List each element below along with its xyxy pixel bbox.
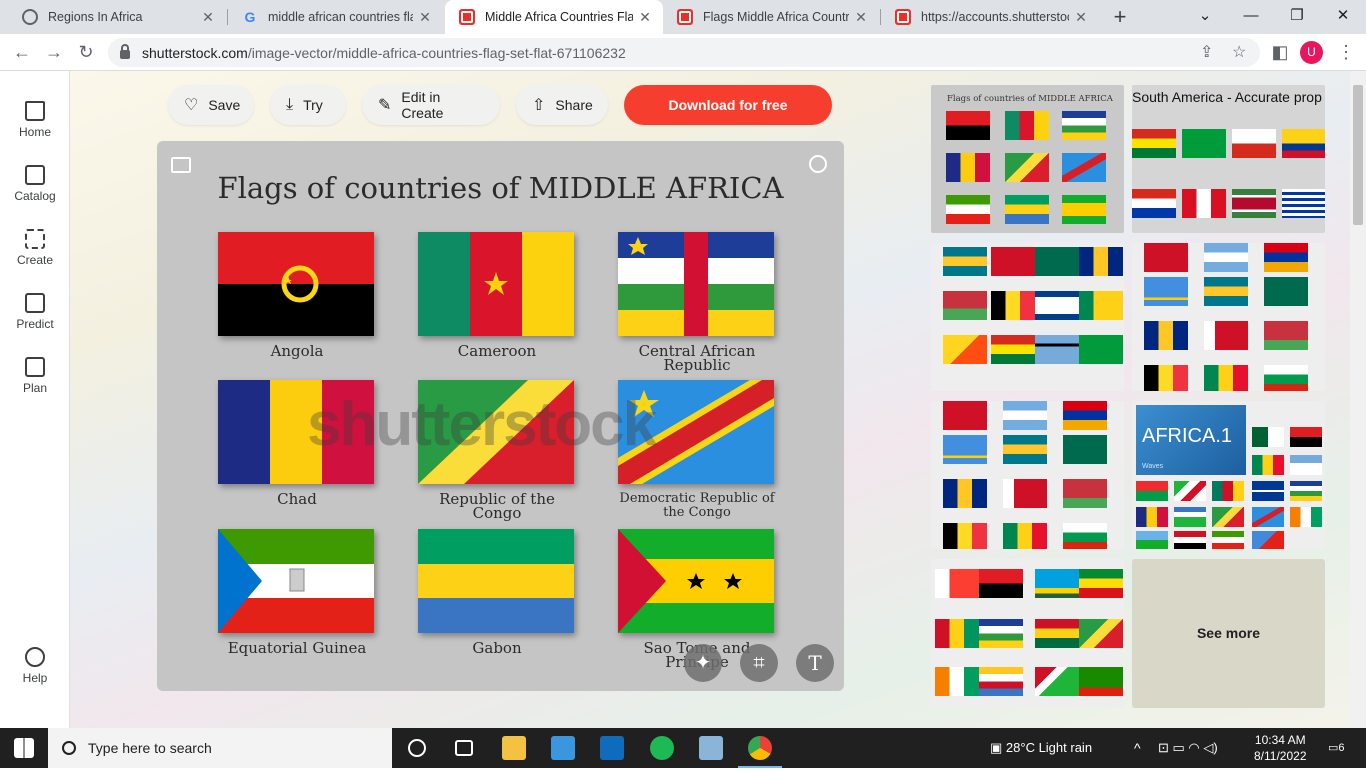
bookmark-star-icon[interactable]: ☆ — [1232, 38, 1246, 67]
try-button[interactable]: ⤓ Try — [270, 85, 346, 125]
profile-avatar[interactable]: U — [1300, 41, 1323, 64]
lock-icon — [120, 44, 130, 59]
close-tab-icon[interactable]: ✕ — [413, 9, 437, 26]
store-icon[interactable] — [551, 736, 575, 760]
tray-chevron-icon[interactable]: ^ — [1134, 728, 1141, 768]
tray-icons[interactable]: ⊡ ▭ ◠ ◁) — [1158, 728, 1218, 768]
menu-kebab-icon[interactable]: ⋮ — [1334, 41, 1358, 65]
related-thumb-flags-grid-4[interactable] — [931, 559, 1124, 708]
browser-tab-strip: Regions In Africa ✕ G middle african cou… — [0, 0, 1366, 34]
tab-flags-middle-africa[interactable]: Flags Middle Africa Countries ✕ — [663, 0, 879, 34]
flag-central-african-republic: Central African Republic — [618, 232, 776, 373]
sidebar-item-create[interactable]: Create — [0, 229, 70, 267]
browser-toolbar: ← → ↻ shutterstock.com/image-vector/midd… — [0, 34, 1366, 71]
sidebar-item-home[interactable]: Home — [0, 101, 70, 139]
cortana-icon[interactable] — [408, 739, 426, 757]
watermark: shutterstock — [307, 390, 657, 459]
close-tab-icon[interactable]: ✕ — [849, 9, 873, 26]
sidebar-item-help[interactable]: Help — [0, 647, 70, 685]
preview-title: Flags of countries of MIDDLE AFRICA — [217, 171, 784, 205]
sidebar-item-predict[interactable]: Predict — [0, 293, 70, 331]
help-icon — [25, 647, 45, 667]
plan-icon — [25, 357, 45, 377]
notifications-icon[interactable]: ▭6 — [1328, 728, 1345, 768]
file-explorer-icon[interactable] — [502, 736, 526, 760]
close-tab-icon[interactable]: ✕ — [633, 9, 657, 26]
home-icon — [25, 101, 45, 121]
create-icon — [25, 229, 45, 249]
share-icon: ⇧ — [532, 97, 546, 114]
close-window-button[interactable]: ✕ — [1320, 0, 1366, 34]
related-thumb-flags-grid-1[interactable] — [931, 243, 1124, 391]
chrome-icon[interactable] — [748, 736, 772, 760]
shutterstock-icon — [895, 9, 911, 25]
tab-regions-in-africa[interactable]: Regions In Africa ✕ — [8, 0, 226, 34]
app-icon[interactable] — [699, 736, 723, 760]
share-page-icon[interactable]: ⇪ — [1200, 38, 1213, 67]
image-preview[interactable]: Flags of countries of MIDDLE AFRICA Ango… — [157, 141, 844, 691]
shutterstock-icon — [459, 9, 475, 25]
save-button[interactable]: ♡ Save — [168, 85, 254, 125]
flag-equatorial-guinea: Equatorial Guinea — [218, 529, 376, 656]
left-sidebar: Home Catalog Create Predict Plan Help — [0, 71, 70, 728]
flag-cameroon: Cameroon — [418, 232, 576, 359]
google-icon: G — [244, 9, 256, 25]
predict-icon — [25, 293, 45, 313]
tab-middle-africa-flag[interactable]: Middle Africa Countries Flag ✕ — [445, 0, 663, 34]
search-icon — [62, 741, 76, 755]
tab-shutterstock-accounts[interactable]: https://accounts.shutterstock ✕ — [881, 0, 1099, 34]
weather-icon: ▣ — [990, 740, 1006, 755]
main-content: ♡ Save ⤓ Try ✎ Edit in Create ⇧ Share Downlo… — [70, 71, 1350, 728]
crop-icon[interactable]: ⌗ — [740, 644, 778, 682]
task-view-icon[interactable] — [455, 740, 473, 756]
related-thumb-flags-grid-2[interactable] — [1132, 243, 1325, 391]
heart-icon: ♡ — [184, 97, 199, 114]
sidebar-item-plan[interactable]: Plan — [0, 357, 70, 395]
flag-gabon: Gabon — [418, 529, 576, 656]
related-thumb-flags-grid-3[interactable] — [931, 401, 1124, 549]
side-panel-icon[interactable]: ◧ — [1268, 41, 1292, 65]
text-tool-icon[interactable]: T — [796, 644, 834, 682]
download-icon: ⤓ — [286, 96, 294, 113]
magic-wand-icon[interactable]: ✦ — [684, 644, 722, 682]
mail-icon[interactable] — [600, 736, 624, 760]
restore-button[interactable]: ❐ — [1274, 0, 1320, 34]
related-thumb-africa-1[interactable]: AFRICA.1 Waves — [1132, 401, 1325, 549]
clock[interactable]: 10:34 AM 8/11/2022 — [1254, 732, 1307, 772]
flag-angola: Angola — [218, 232, 376, 359]
download-for-free-button[interactable]: Download for free — [624, 85, 832, 125]
windows-taskbar: Type here to search ▣ 28°C Light rain ^ … — [0, 728, 1366, 768]
share-button[interactable]: ⇧ Share — [516, 85, 608, 125]
reload-button[interactable]: ↻ — [74, 41, 98, 65]
back-button[interactable]: ← — [10, 41, 34, 65]
globe-icon — [22, 9, 38, 25]
new-tab-button[interactable]: + — [1108, 5, 1132, 29]
shutterstock-icon — [677, 9, 693, 25]
weather-widget[interactable]: ▣ 28°C Light rain — [990, 728, 1092, 768]
see-more-button[interactable]: See more — [1132, 559, 1325, 708]
minimize-button[interactable]: — — [1228, 0, 1274, 34]
forward-button[interactable]: → — [42, 41, 66, 65]
close-tab-icon[interactable]: ✕ — [1069, 9, 1093, 26]
edit-in-create-button[interactable]: ✎ Edit in Create — [362, 85, 500, 125]
spotify-icon[interactable] — [650, 736, 674, 760]
edit-icon: ✎ — [378, 97, 392, 114]
tab-search-chevron-icon[interactable]: ⌄ — [1182, 0, 1228, 34]
africa-1-banner: AFRICA.1 Waves — [1136, 405, 1246, 475]
close-tab-icon[interactable]: ✕ — [196, 9, 220, 26]
address-bar[interactable]: shutterstock.com/image-vector/middle-afr… — [108, 38, 1260, 67]
related-thumb-south-america[interactable]: South America - Accurate prop — [1132, 85, 1325, 233]
tab-google-search[interactable]: G middle african countries flags ✕ — [228, 0, 443, 34]
sidebar-item-catalog[interactable]: Catalog — [0, 165, 70, 203]
taskbar-search-box[interactable]: Type here to search — [48, 728, 392, 768]
scrollbar-thumb[interactable] — [1353, 85, 1363, 225]
page-scrollbar[interactable] — [1350, 71, 1366, 728]
catalog-icon — [25, 165, 45, 185]
windows-start-icon[interactable] — [14, 738, 34, 758]
related-thumb-middle-africa[interactable]: Flags of countries of MIDDLE AFRICA — [931, 85, 1124, 233]
